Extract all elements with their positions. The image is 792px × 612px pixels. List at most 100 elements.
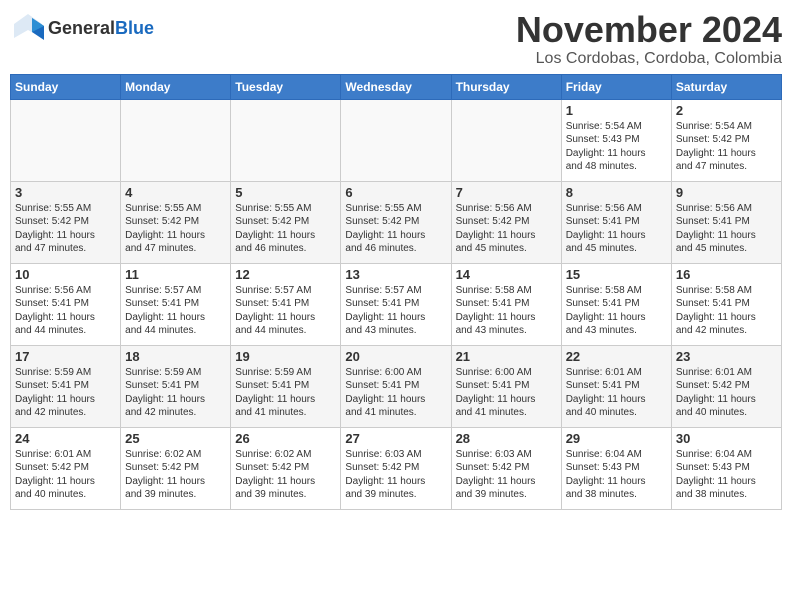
page-header: GeneralBlue November 2024 Los Cordobas, … [10,10,782,68]
weekday-header: Thursday [451,74,561,99]
calendar-week-row: 17 Sunrise: 5:59 AM Sunset: 5:41 PM Dayli… [11,345,782,427]
day-info: Sunrise: 5:58 AM Sunset: 5:41 PM Dayligh… [676,284,777,338]
day-info: Sunrise: 5:58 AM Sunset: 5:41 PM Dayligh… [456,284,557,338]
day-number: 11 [125,267,226,282]
logo-icon [10,10,46,46]
day-number: 30 [676,431,777,446]
day-number: 10 [15,267,116,282]
day-info: Sunrise: 6:01 AM Sunset: 5:41 PM Dayligh… [566,366,667,420]
calendar-cell: 17 Sunrise: 5:59 AM Sunset: 5:41 PM Dayli… [11,345,121,427]
calendar-cell: 28 Sunrise: 6:03 AM Sunset: 5:42 PM Dayli… [451,427,561,509]
calendar-cell: 25 Sunrise: 6:02 AM Sunset: 5:42 PM Dayli… [121,427,231,509]
day-info: Sunrise: 5:58 AM Sunset: 5:41 PM Dayligh… [566,284,667,338]
day-number: 3 [15,185,116,200]
day-number: 29 [566,431,667,446]
day-number: 18 [125,349,226,364]
day-number: 23 [676,349,777,364]
calendar-cell [341,99,451,181]
calendar-cell: 9 Sunrise: 5:56 AM Sunset: 5:41 PM Daylig… [671,181,781,263]
calendar-cell: 15 Sunrise: 5:58 AM Sunset: 5:41 PM Dayli… [561,263,671,345]
day-number: 19 [235,349,336,364]
title-area: November 2024 Los Cordobas, Cordoba, Col… [516,10,782,68]
day-info: Sunrise: 6:04 AM Sunset: 5:43 PM Dayligh… [566,448,667,502]
day-info: Sunrise: 5:55 AM Sunset: 5:42 PM Dayligh… [345,202,446,256]
day-number: 8 [566,185,667,200]
day-info: Sunrise: 6:00 AM Sunset: 5:41 PM Dayligh… [345,366,446,420]
calendar-cell: 8 Sunrise: 5:56 AM Sunset: 5:41 PM Daylig… [561,181,671,263]
weekday-header: Friday [561,74,671,99]
calendar-cell: 20 Sunrise: 6:00 AM Sunset: 5:41 PM Dayli… [341,345,451,427]
calendar-cell [451,99,561,181]
calendar-cell: 2 Sunrise: 5:54 AM Sunset: 5:42 PM Daylig… [671,99,781,181]
day-info: Sunrise: 5:55 AM Sunset: 5:42 PM Dayligh… [15,202,116,256]
day-number: 27 [345,431,446,446]
weekday-header: Sunday [11,74,121,99]
calendar-cell: 26 Sunrise: 6:02 AM Sunset: 5:42 PM Dayli… [231,427,341,509]
calendar-cell: 19 Sunrise: 5:59 AM Sunset: 5:41 PM Dayli… [231,345,341,427]
calendar-cell: 3 Sunrise: 5:55 AM Sunset: 5:42 PM Daylig… [11,181,121,263]
calendar-cell: 18 Sunrise: 5:59 AM Sunset: 5:41 PM Dayli… [121,345,231,427]
calendar-header-row: SundayMondayTuesdayWednesdayThursdayFrid… [11,74,782,99]
calendar-cell [11,99,121,181]
day-info: Sunrise: 5:56 AM Sunset: 5:41 PM Dayligh… [566,202,667,256]
calendar-cell: 7 Sunrise: 5:56 AM Sunset: 5:42 PM Daylig… [451,181,561,263]
day-info: Sunrise: 5:59 AM Sunset: 5:41 PM Dayligh… [235,366,336,420]
day-number: 14 [456,267,557,282]
calendar-cell: 30 Sunrise: 6:04 AM Sunset: 5:43 PM Dayli… [671,427,781,509]
day-info: Sunrise: 5:55 AM Sunset: 5:42 PM Dayligh… [235,202,336,256]
calendar-cell: 29 Sunrise: 6:04 AM Sunset: 5:43 PM Dayli… [561,427,671,509]
weekday-header: Monday [121,74,231,99]
calendar-cell: 12Sunrise: 5:57 AM Sunset: 5:41 PM Dayli… [231,263,341,345]
day-info: Sunrise: 5:54 AM Sunset: 5:42 PM Dayligh… [676,120,777,174]
calendar-cell: 10 Sunrise: 5:56 AM Sunset: 5:41 PM Dayli… [11,263,121,345]
day-number: 2 [676,103,777,118]
day-number: 13 [345,267,446,282]
calendar-cell: 14 Sunrise: 5:58 AM Sunset: 5:41 PM Dayli… [451,263,561,345]
calendar-cell: 21Sunrise: 6:00 AM Sunset: 5:41 PM Dayli… [451,345,561,427]
day-number: 12 [235,267,336,282]
calendar-week-row: 1 Sunrise: 5:54 AM Sunset: 5:43 PM Daylig… [11,99,782,181]
day-info: Sunrise: 6:02 AM Sunset: 5:42 PM Dayligh… [235,448,336,502]
calendar-cell: 16Sunrise: 5:58 AM Sunset: 5:41 PM Dayli… [671,263,781,345]
logo-general: General [48,18,115,38]
day-number: 17 [15,349,116,364]
day-info: Sunrise: 5:56 AM Sunset: 5:41 PM Dayligh… [676,202,777,256]
calendar-cell: 1 Sunrise: 5:54 AM Sunset: 5:43 PM Daylig… [561,99,671,181]
day-number: 6 [345,185,446,200]
calendar-week-row: 24Sunrise: 6:01 AM Sunset: 5:42 PM Dayli… [11,427,782,509]
day-number: 7 [456,185,557,200]
calendar-week-row: 3 Sunrise: 5:55 AM Sunset: 5:42 PM Daylig… [11,181,782,263]
day-number: 25 [125,431,226,446]
day-number: 9 [676,185,777,200]
day-info: Sunrise: 5:54 AM Sunset: 5:43 PM Dayligh… [566,120,667,174]
day-number: 26 [235,431,336,446]
day-info: Sunrise: 5:57 AM Sunset: 5:41 PM Dayligh… [345,284,446,338]
calendar-cell: 24Sunrise: 6:01 AM Sunset: 5:42 PM Dayli… [11,427,121,509]
day-number: 22 [566,349,667,364]
day-info: Sunrise: 6:00 AM Sunset: 5:41 PM Dayligh… [456,366,557,420]
day-info: Sunrise: 5:56 AM Sunset: 5:41 PM Dayligh… [15,284,116,338]
weekday-header: Wednesday [341,74,451,99]
day-number: 20 [345,349,446,364]
calendar-cell: 6 Sunrise: 5:55 AM Sunset: 5:42 PM Daylig… [341,181,451,263]
day-number: 1 [566,103,667,118]
calendar-cell: 5Sunrise: 5:55 AM Sunset: 5:42 PM Daylig… [231,181,341,263]
weekday-header: Saturday [671,74,781,99]
day-info: Sunrise: 5:55 AM Sunset: 5:42 PM Dayligh… [125,202,226,256]
day-info: Sunrise: 6:03 AM Sunset: 5:42 PM Dayligh… [456,448,557,502]
logo: GeneralBlue [10,10,154,46]
day-number: 28 [456,431,557,446]
calendar-cell: 11 Sunrise: 5:57 AM Sunset: 5:41 PM Dayli… [121,263,231,345]
day-info: Sunrise: 5:57 AM Sunset: 5:41 PM Dayligh… [125,284,226,338]
day-info: Sunrise: 6:04 AM Sunset: 5:43 PM Dayligh… [676,448,777,502]
day-info: Sunrise: 5:59 AM Sunset: 5:41 PM Dayligh… [125,366,226,420]
logo-blue: Blue [115,18,154,38]
calendar-cell: 4Sunrise: 5:55 AM Sunset: 5:42 PM Daylig… [121,181,231,263]
calendar-cell: 22 Sunrise: 6:01 AM Sunset: 5:41 PM Dayli… [561,345,671,427]
day-number: 15 [566,267,667,282]
day-info: Sunrise: 5:56 AM Sunset: 5:42 PM Dayligh… [456,202,557,256]
calendar-week-row: 10 Sunrise: 5:56 AM Sunset: 5:41 PM Dayli… [11,263,782,345]
day-info: Sunrise: 5:59 AM Sunset: 5:41 PM Dayligh… [15,366,116,420]
month-title: November 2024 [516,10,782,50]
day-info: Sunrise: 6:02 AM Sunset: 5:42 PM Dayligh… [125,448,226,502]
